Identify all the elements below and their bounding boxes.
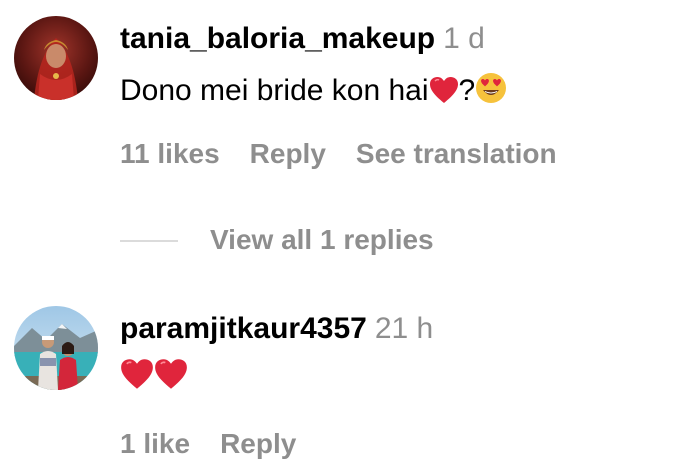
timestamp: 1 d <box>443 22 485 55</box>
likes-count[interactable]: 1 like <box>120 428 190 459</box>
comment-text-main: Dono mei bride kon hai <box>120 74 429 107</box>
likes-count[interactable]: 11 likes <box>120 138 220 169</box>
avatar[interactable] <box>14 306 98 390</box>
replies-divider <box>120 240 178 242</box>
red-heart-icon <box>154 358 188 396</box>
view-replies-button[interactable]: View all 1 replies <box>210 226 434 254</box>
comment-header: tania_baloria_makeup 1 d <box>120 24 485 54</box>
heart-eyes-face-icon <box>475 72 507 110</box>
comment-actions: 11 likes Reply See translation <box>120 140 587 168</box>
red-heart-icon <box>120 358 154 396</box>
see-translation-button[interactable]: See translation <box>356 138 557 169</box>
username[interactable]: paramjitkaur4357 <box>120 312 367 345</box>
comment-item: tania_baloria_makeup 1 d Dono mei bride k… <box>0 0 700 262</box>
comment-text-question: ? <box>458 74 476 107</box>
comment-text <box>120 358 188 396</box>
comment-header: paramjitkaur4357 21 h <box>120 314 433 344</box>
timestamp: 21 h <box>374 312 434 345</box>
reply-button[interactable]: Reply <box>250 138 326 169</box>
comment-actions: 1 like Reply <box>120 430 326 458</box>
username[interactable]: tania_baloria_makeup <box>120 22 435 55</box>
comment-text: Dono mei bride kon hai ? <box>120 72 507 110</box>
comment-item: paramjitkaur4357 21 h 1 like Reply <box>0 290 700 462</box>
red-heart-icon <box>429 76 459 110</box>
reply-button[interactable]: Reply <box>220 428 296 459</box>
avatar[interactable] <box>14 16 98 100</box>
